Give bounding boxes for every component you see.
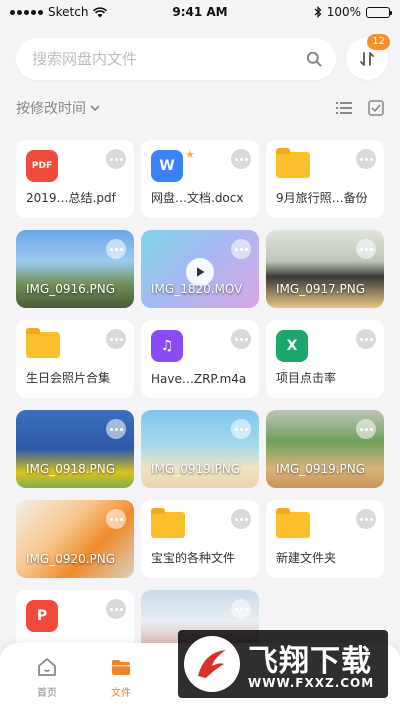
status-left: Sketch	[10, 5, 108, 19]
file-card[interactable]: 生日会照片合集	[16, 320, 134, 398]
file-card[interactable]: IMG_0919.PNG	[141, 410, 259, 488]
file-name: IMG_0916.PNG	[26, 282, 116, 296]
file-name: 网盘…文档.docx	[151, 191, 244, 205]
watermark-title: 飞翔下载	[248, 644, 372, 679]
sort-dropdown[interactable]: 按修改时间	[16, 98, 100, 118]
file-card[interactable]: IMG_0917.PNG	[266, 230, 384, 308]
more-options-button[interactable]	[356, 329, 376, 349]
excel-icon: X	[276, 330, 308, 362]
more-options-button[interactable]	[231, 419, 251, 439]
file-card[interactable]: X 项目点击率	[266, 320, 384, 398]
more-options-button[interactable]	[106, 599, 126, 619]
status-time: 9:41 AM	[172, 5, 228, 19]
view-tools	[336, 100, 384, 116]
more-options-button[interactable]	[231, 599, 251, 619]
more-options-button[interactable]	[356, 149, 376, 169]
file-name: IMG_0917.PNG	[276, 282, 366, 296]
wifi-icon	[93, 6, 108, 17]
file-card[interactable]: 宝宝的各种文件	[141, 500, 259, 578]
folder-icon	[112, 660, 130, 675]
file-name: Have…ZRP.m4a	[151, 372, 247, 386]
file-name: IMG_0919.PNG	[151, 462, 241, 476]
transfer-badge: 12	[367, 34, 390, 50]
file-card[interactable]: 9月旅行照…备份	[266, 140, 384, 218]
file-card[interactable]: IMG_0918.PNG	[16, 410, 134, 488]
file-grid: PDF 2019…总结.pdf W ★ 网盘…文档.docx 9月旅行照…备份 IMG_09…	[16, 140, 384, 668]
file-name: IMG_1820.MOV	[151, 282, 243, 296]
signal-icon	[10, 9, 43, 15]
toolbar: 按修改时间	[16, 96, 384, 120]
search-bar[interactable]	[16, 38, 336, 80]
search-input[interactable]	[32, 50, 306, 68]
sort-label: 按修改时间	[16, 101, 86, 117]
search-icon[interactable]	[306, 51, 322, 67]
tab-home[interactable]: 首页	[17, 657, 77, 699]
tab-files[interactable]: 文件	[91, 657, 151, 699]
search-row: 12	[16, 34, 390, 82]
file-name: 项目点击率	[276, 371, 337, 385]
ppt-icon: P	[26, 600, 58, 632]
more-options-button[interactable]	[106, 419, 126, 439]
pdf-icon: PDF	[26, 150, 58, 182]
folder-icon	[26, 328, 60, 358]
folder-icon	[151, 508, 185, 538]
file-name: 2019…总结.pdf	[26, 191, 116, 205]
star-icon: ★	[185, 148, 195, 161]
select-icon[interactable]	[368, 100, 384, 116]
file-name: 宝宝的各种文件	[151, 551, 236, 565]
file-card[interactable]: 新建文件夹	[266, 500, 384, 578]
bluetooth-icon	[314, 6, 322, 18]
more-options-button[interactable]	[106, 509, 126, 529]
more-options-button[interactable]	[356, 239, 376, 259]
file-card[interactable]: IMG_0920.PNG	[16, 500, 134, 578]
watermark-url: WWW.FXXZ.COM	[248, 676, 375, 690]
tab-home-label: 首页	[37, 688, 57, 699]
file-card[interactable]: IMG_0919.PNG	[266, 410, 384, 488]
more-options-button[interactable]	[356, 419, 376, 439]
music-icon: ♫	[151, 330, 183, 362]
more-options-button[interactable]	[231, 149, 251, 169]
file-card[interactable]: PDF 2019…总结.pdf	[16, 140, 134, 218]
file-card[interactable]: ♫ Have…ZRP.m4a	[141, 320, 259, 398]
file-name: IMG_0920.PNG	[26, 552, 116, 566]
home-icon	[38, 658, 56, 676]
file-card[interactable]: W ★ 网盘…文档.docx	[141, 140, 259, 218]
site-watermark: 飞翔下载 WWW.FXXZ.COM	[178, 630, 388, 698]
watermark-logo	[184, 636, 240, 692]
file-name: 9月旅行照…备份	[276, 191, 368, 205]
list-view-icon[interactable]	[336, 101, 352, 115]
carrier-label: Sketch	[48, 5, 89, 19]
tab-files-label: 文件	[111, 688, 131, 699]
file-name: 新建文件夹	[276, 551, 337, 565]
word-icon: W	[151, 150, 183, 182]
status-bar: Sketch 9:41 AM 100%	[0, 0, 400, 24]
more-options-button[interactable]	[106, 239, 126, 259]
folder-icon	[276, 508, 310, 538]
more-options-button[interactable]	[106, 149, 126, 169]
file-name: IMG_0919.PNG	[276, 462, 366, 476]
file-name: IMG_0918.PNG	[26, 462, 116, 476]
more-options-button[interactable]	[231, 329, 251, 349]
chevron-down-icon	[90, 104, 100, 111]
battery-icon	[366, 6, 392, 18]
file-card[interactable]: IMG_1820.MOV	[141, 230, 259, 308]
more-options-button[interactable]	[231, 239, 251, 259]
file-card[interactable]: IMG_0916.PNG	[16, 230, 134, 308]
more-options-button[interactable]	[231, 509, 251, 529]
transfer-button[interactable]: 12	[346, 34, 390, 80]
folder-icon	[276, 148, 310, 178]
more-options-button[interactable]	[106, 329, 126, 349]
status-right: 100%	[314, 5, 392, 19]
battery-percent: 100%	[326, 5, 361, 19]
file-name: 生日会照片合集	[26, 371, 111, 385]
transfer-icon	[360, 52, 374, 66]
more-options-button[interactable]	[356, 509, 376, 529]
